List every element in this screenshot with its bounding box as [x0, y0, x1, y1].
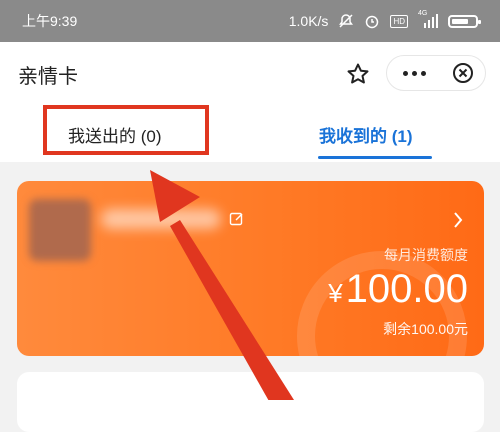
- annotation-arrow: [150, 170, 294, 400]
